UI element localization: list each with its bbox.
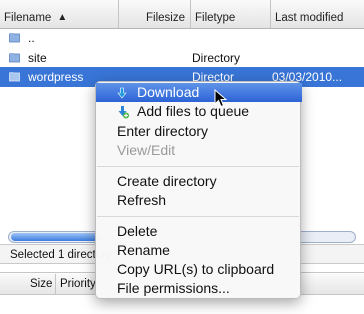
menu-item-label: Enter directory bbox=[117, 123, 209, 139]
folder-icon bbox=[9, 53, 20, 63]
context-menu: Download Add files to queue Enter direct… bbox=[95, 81, 302, 299]
file-name: wordpress bbox=[28, 70, 84, 84]
menu-item-enter-directory[interactable]: Enter directory bbox=[96, 122, 302, 141]
column-last-modified[interactable]: Last modified bbox=[270, 0, 364, 28]
column-filesize[interactable]: Filesize bbox=[118, 0, 190, 28]
menu-item-label: Delete bbox=[117, 223, 158, 239]
menu-item-label: Create directory bbox=[117, 173, 217, 189]
column-filetype-label: Filetype bbox=[195, 12, 236, 24]
menu-separator bbox=[97, 166, 299, 167]
menu-item-label: Add files to queue bbox=[137, 103, 250, 119]
menu-item-copy-url[interactable]: Copy URL(s) to clipboard bbox=[96, 260, 302, 279]
menu-item-create-directory[interactable]: Create directory bbox=[96, 172, 302, 191]
add-to-queue-icon bbox=[118, 106, 129, 119]
column-filename-label: Filename bbox=[4, 12, 52, 24]
file-row[interactable]: .. bbox=[0, 28, 364, 48]
column-filename[interactable]: Filename ▲ bbox=[0, 0, 118, 28]
folder-icon bbox=[9, 72, 20, 82]
menu-item-label: Download bbox=[137, 84, 200, 100]
menu-item-file-permissions[interactable]: File permissions... bbox=[96, 279, 302, 298]
menu-item-label: Copy URL(s) to clipboard bbox=[117, 261, 275, 277]
file-type: Directory bbox=[192, 51, 241, 65]
queue-column-size[interactable]: Size bbox=[30, 274, 52, 294]
queue-column-priority[interactable]: Priority bbox=[55, 274, 96, 294]
scrollbar-thumb[interactable] bbox=[11, 233, 101, 241]
file-row[interactable]: site Directory bbox=[0, 48, 364, 68]
menu-item-rename[interactable]: Rename bbox=[96, 241, 302, 260]
download-arrow-icon bbox=[117, 87, 127, 99]
file-name: .. bbox=[28, 31, 35, 45]
menu-item-add-to-queue[interactable]: Add files to queue bbox=[96, 102, 302, 121]
menu-item-label: View/Edit bbox=[117, 142, 176, 158]
file-name: site bbox=[28, 51, 47, 65]
column-last-modified-label: Last modified bbox=[275, 12, 344, 24]
menu-separator bbox=[97, 216, 299, 217]
menu-item-refresh[interactable]: Refresh bbox=[96, 191, 302, 210]
column-filetype[interactable]: Filetype bbox=[190, 0, 270, 28]
folder-icon bbox=[9, 33, 20, 43]
mouse-cursor-icon bbox=[214, 89, 227, 108]
file-list-header: Filename ▲ Filesize Filetype Last modifie… bbox=[0, 0, 364, 29]
menu-item-view-edit: View/Edit bbox=[96, 141, 302, 160]
menu-item-label: Rename bbox=[117, 242, 170, 258]
menu-item-delete[interactable]: Delete bbox=[96, 222, 302, 241]
menu-item-download[interactable]: Download bbox=[96, 83, 302, 102]
menu-item-label: Refresh bbox=[117, 192, 167, 208]
menu-item-label: File permissions... bbox=[117, 280, 230, 296]
column-filesize-label: Filesize bbox=[146, 12, 185, 24]
